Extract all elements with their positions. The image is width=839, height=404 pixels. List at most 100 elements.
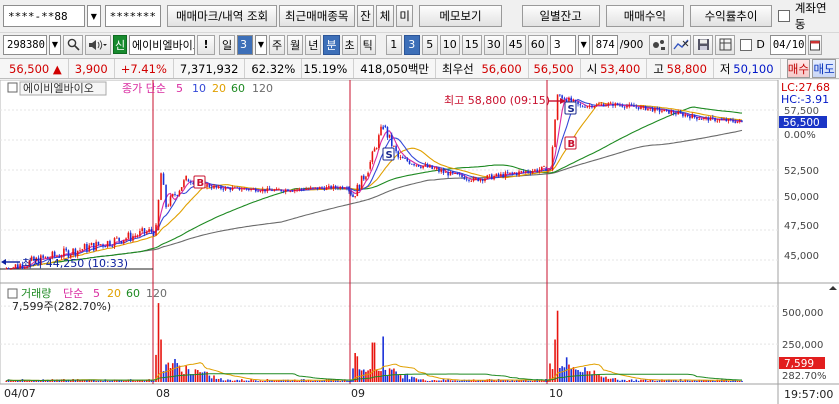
candle-body bbox=[607, 103, 610, 106]
conclusion-button[interactable]: 체 bbox=[376, 5, 394, 27]
date-picker-button[interactable] bbox=[807, 34, 822, 55]
candle-body bbox=[122, 240, 125, 244]
candle-body bbox=[465, 179, 468, 181]
balance-button[interactable]: 잔 bbox=[356, 5, 375, 27]
candle-body bbox=[217, 186, 220, 188]
data-count-total: /900 bbox=[619, 38, 644, 51]
volume-bar bbox=[633, 380, 635, 382]
price-panel-toggle[interactable] bbox=[7, 82, 18, 93]
account-link-checkbox[interactable] bbox=[778, 10, 790, 22]
candle-body bbox=[536, 169, 538, 172]
volume-bar bbox=[259, 380, 262, 382]
trade-profit-button[interactable]: 매매수익 bbox=[605, 5, 684, 27]
volume-bar bbox=[386, 375, 389, 382]
daily-balance-button[interactable]: 일별잔고 bbox=[521, 5, 600, 27]
period-year-tab[interactable]: 년 bbox=[305, 34, 322, 55]
volume-bar bbox=[616, 379, 619, 382]
stock-code-input[interactable]: 298380 bbox=[3, 34, 47, 55]
sound-button[interactable] bbox=[85, 34, 111, 55]
candle-body bbox=[426, 164, 429, 168]
period-tick-tab[interactable]: 틱 bbox=[359, 34, 376, 55]
trade-volume: 7,371,932 bbox=[174, 59, 246, 78]
save-button[interactable] bbox=[693, 34, 714, 55]
volume-bar bbox=[502, 380, 504, 382]
password-input[interactable]: ******* bbox=[104, 5, 162, 27]
candle-body bbox=[570, 97, 573, 102]
volume-bar bbox=[433, 380, 436, 382]
stock-name-field[interactable]: 에이비엘바이오 bbox=[129, 34, 195, 55]
account-dropdown-button[interactable]: ▼ bbox=[87, 5, 101, 27]
candle-body bbox=[672, 112, 675, 114]
profit-trend-button[interactable]: 수익률추이 bbox=[689, 5, 773, 27]
minute-1-button[interactable]: 1 bbox=[385, 34, 402, 55]
volume-panel-toggle[interactable] bbox=[7, 288, 18, 299]
period-second-tab[interactable]: 초 bbox=[341, 34, 358, 55]
candle-body bbox=[696, 117, 698, 120]
period-day-tab[interactable]: 일 bbox=[219, 34, 235, 55]
data-count-input[interactable]: 874 bbox=[591, 34, 618, 55]
account-input[interactable]: ****-**88 bbox=[3, 5, 85, 27]
trend-tool-button[interactable] bbox=[671, 34, 692, 55]
candle-body bbox=[234, 187, 236, 189]
minute-3-button[interactable]: 3 bbox=[403, 34, 420, 55]
volume-bar bbox=[729, 381, 732, 382]
candle-body bbox=[93, 242, 95, 251]
minute-15-button[interactable]: 15 bbox=[461, 34, 482, 55]
candle-body bbox=[81, 249, 84, 251]
sell-button[interactable]: 매도 bbox=[812, 59, 836, 78]
minute-60-button[interactable]: 60 bbox=[527, 34, 548, 55]
open-label: 시 bbox=[586, 61, 598, 76]
candle-body bbox=[586, 106, 589, 108]
print-button[interactable] bbox=[715, 34, 736, 55]
candle-body bbox=[661, 111, 663, 113]
volume-bar bbox=[314, 380, 317, 382]
candle-body bbox=[422, 165, 424, 168]
period-week-tab[interactable]: 주 bbox=[269, 34, 286, 55]
custom-interval-dropdown[interactable]: ▼ bbox=[577, 34, 590, 55]
candle-body bbox=[165, 184, 167, 208]
volume-bar bbox=[607, 378, 610, 382]
price-change: 3,900 bbox=[69, 59, 115, 78]
minute-5-button[interactable]: 5 bbox=[421, 34, 438, 55]
volume-bar bbox=[348, 380, 350, 382]
volume-bar bbox=[584, 367, 586, 382]
candle-body bbox=[275, 188, 278, 190]
period-count-input[interactable]: 3 bbox=[237, 34, 253, 55]
candle-body bbox=[703, 117, 705, 119]
custom-interval-input[interactable]: 3 bbox=[549, 34, 576, 55]
recent-trades-button[interactable]: 최근매매종목 bbox=[278, 5, 355, 27]
buy-button[interactable]: 매수 bbox=[786, 59, 811, 78]
candle-body bbox=[438, 168, 440, 172]
date-checkbox[interactable] bbox=[740, 38, 753, 51]
stock-code-dropdown[interactable]: ▼ bbox=[49, 34, 61, 55]
volume-bar bbox=[199, 372, 201, 382]
volume-bar bbox=[395, 371, 397, 382]
search-button[interactable] bbox=[63, 34, 83, 55]
indicator-settings-button[interactable] bbox=[649, 34, 670, 55]
trade-mark-button[interactable]: 매매마크/내역 조회 bbox=[167, 5, 277, 27]
price-volume-chart[interactable]: B S S B 에이비엘바이오 종가 단순 5 10 20 60 120 거래량 단순… bbox=[0, 80, 839, 404]
alert-button[interactable]: ! bbox=[197, 34, 215, 55]
current-price-marker-label: 56,500 bbox=[783, 117, 820, 129]
candle-body bbox=[720, 119, 723, 121]
minute-45-button[interactable]: 45 bbox=[505, 34, 526, 55]
period-count-dropdown[interactable]: ▼ bbox=[255, 34, 267, 55]
candle-body bbox=[312, 187, 314, 189]
minute-30-button[interactable]: 30 bbox=[483, 34, 504, 55]
unfilled-button[interactable]: 미 bbox=[395, 5, 414, 27]
volume-bar bbox=[543, 380, 545, 382]
candle-body bbox=[303, 189, 305, 191]
candle-body bbox=[369, 161, 372, 169]
candle-body bbox=[420, 166, 422, 168]
minute-10-button[interactable]: 10 bbox=[439, 34, 460, 55]
volume-bar bbox=[160, 339, 162, 382]
period-month-tab[interactable]: 월 bbox=[287, 34, 304, 55]
candle-body bbox=[278, 189, 280, 191]
memo-button[interactable]: 메모보기 bbox=[419, 5, 502, 27]
period-minute-tab[interactable]: 분 bbox=[323, 34, 340, 55]
candle-body bbox=[185, 175, 187, 181]
candle-body bbox=[365, 176, 367, 180]
date-input[interactable]: 04/10 bbox=[769, 34, 806, 55]
candle-body bbox=[572, 99, 575, 102]
candle-body bbox=[231, 187, 234, 190]
